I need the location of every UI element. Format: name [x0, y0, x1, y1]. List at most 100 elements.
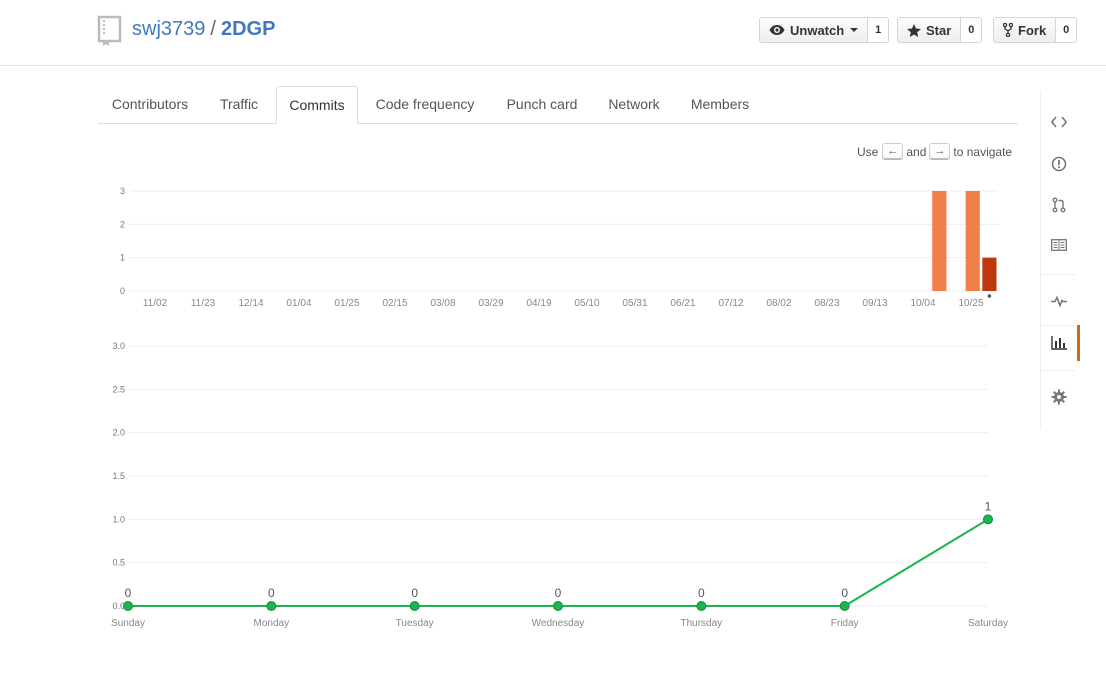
data-point: [839, 601, 850, 611]
graphs-icon: [1051, 336, 1067, 350]
unwatch-group: Unwatch 1: [759, 17, 890, 43]
right-arrow-key: →: [929, 143, 951, 160]
tab-commits[interactable]: Commits: [276, 86, 358, 124]
x-tick-label: 10/25: [958, 298, 983, 309]
tab-contributors[interactable]: Contributors: [98, 86, 202, 123]
data-point: [266, 601, 277, 611]
tab-code-frequency[interactable]: Code frequency: [364, 86, 486, 123]
repo-owner-link[interactable]: swj3739: [132, 18, 205, 40]
data-label: 1: [985, 499, 992, 513]
watchers-count[interactable]: 1: [868, 17, 890, 43]
nav-hint-suffix: to navigate: [953, 144, 1013, 159]
eye-icon: [769, 25, 785, 35]
sidebar-graphs[interactable]: [1041, 325, 1080, 361]
pulse-icon: [1051, 295, 1067, 307]
x-tick-label: 07/12: [718, 298, 743, 309]
tab-network[interactable]: Network: [598, 86, 670, 123]
y-tick-label: 2.5: [112, 384, 125, 394]
x-tick-label: 06/21: [670, 298, 695, 309]
y-tick-label: 2.0: [112, 428, 125, 438]
x-tick-label: 10/04: [910, 298, 935, 309]
star-label: Star: [926, 22, 952, 38]
data-label: 0: [268, 586, 275, 600]
tab-traffic[interactable]: Traffic: [206, 86, 272, 123]
repo-header: swj3739/2DGP Unwatch 1 Star 0 Fork 0: [0, 0, 1106, 66]
fork-label: Fork: [1018, 22, 1047, 38]
x-tick-label: 08/23: [814, 298, 839, 309]
repo-separator: /: [210, 18, 216, 40]
x-tick-label: 01/25: [334, 298, 359, 309]
x-tick-label: 04/19: [526, 298, 551, 309]
y-tick-label: 3: [120, 186, 125, 196]
sidebar-issues[interactable]: [1041, 146, 1077, 182]
caret-down-icon: [850, 28, 859, 32]
data-point: [553, 601, 563, 611]
data-point: [123, 601, 133, 611]
sidebar-pulse[interactable]: [1041, 283, 1077, 319]
data-label: 0: [841, 586, 848, 600]
x-tick-label: 03/08: [430, 298, 455, 309]
y-tick-label: 3.0: [112, 341, 125, 351]
code-icon: [1051, 116, 1067, 128]
sidebar-settings[interactable]: [1041, 379, 1077, 415]
x-tick-label: 02/15: [382, 298, 407, 309]
sidebar-divider: [1041, 274, 1075, 275]
x-tick-label: Wednesday: [532, 618, 585, 629]
stargazers-count[interactable]: 0: [961, 17, 983, 43]
data-point: [409, 601, 420, 611]
commit-bar: [965, 191, 980, 291]
nav-hint-and: and: [906, 144, 927, 159]
y-tick-label: 0.5: [112, 558, 125, 568]
graphs-tabs: Contributors Traffic Commits Code freque…: [98, 86, 1018, 124]
x-tick-label: Sunday: [111, 618, 145, 629]
sidebar-divider: [1041, 370, 1075, 371]
pull-request-icon: [1052, 197, 1066, 213]
settings-icon: [1051, 389, 1067, 405]
repo-name-link[interactable]: 2DGP: [221, 18, 275, 40]
tab-punch-card[interactable]: Punch card: [496, 86, 588, 123]
y-tick-label: 2: [120, 219, 125, 229]
sidebar-wiki[interactable]: [1041, 227, 1077, 263]
selected-week-marker: [987, 294, 992, 298]
x-tick-label: Tuesday: [396, 618, 434, 629]
daily-commits-line-chart: 0.00.51.01.52.02.53.00Sunday0Monday0Tues…: [111, 341, 1008, 629]
tab-members[interactable]: Members: [680, 86, 760, 123]
x-tick-label: 11/02: [143, 298, 168, 309]
x-tick-label: Friday: [831, 618, 859, 629]
fork-button[interactable]: Fork: [993, 17, 1057, 43]
issue-icon: [1051, 156, 1067, 172]
data-point: [696, 601, 707, 611]
fork-group: Fork 0: [993, 17, 1078, 43]
x-tick-label: 11/23: [191, 298, 216, 309]
x-tick-label: 09/13: [862, 298, 887, 309]
sidebar-code[interactable]: [1041, 104, 1077, 140]
fork-icon: [1003, 23, 1013, 37]
star-group: Star 0: [897, 17, 983, 43]
star-button[interactable]: Star: [897, 17, 962, 43]
x-tick-label: 01/04: [286, 298, 311, 309]
x-tick-label: 08/02: [766, 298, 791, 309]
y-tick-label: 0: [120, 286, 125, 296]
x-tick-label: Saturday: [968, 618, 1008, 629]
data-label: 0: [698, 586, 705, 600]
sidebar-pull-requests[interactable]: [1041, 187, 1077, 223]
weekly-commits-bar-chart: 0 1 2 3 11/02 11/23 12/14 01/04 01/25 02/15 03/08 0…: [120, 186, 998, 309]
unwatch-label: Unwatch: [790, 22, 845, 38]
x-tick-label: Thursday: [680, 618, 722, 629]
y-tick-label: 1.5: [112, 471, 125, 481]
forks-count[interactable]: 0: [1056, 17, 1078, 43]
left-arrow-key: ←: [882, 143, 904, 160]
commit-bar: [982, 257, 997, 291]
star-icon: [907, 23, 921, 37]
x-tick-label: 12/14: [238, 298, 263, 309]
keyboard-nav-hint: Use ← and → to navigate: [857, 143, 1012, 160]
data-label: 0: [555, 586, 562, 600]
repo-title: swj3739/2DGP: [132, 18, 275, 41]
data-label: 0: [125, 586, 132, 600]
x-tick-label: 05/10: [574, 298, 599, 309]
y-tick-label: 1.0: [112, 514, 125, 524]
unwatch-button[interactable]: Unwatch: [759, 17, 869, 43]
repo-sidebar-nav: [1040, 90, 1080, 430]
x-tick-label: Monday: [254, 618, 290, 629]
repo-book-icon: [97, 15, 122, 46]
